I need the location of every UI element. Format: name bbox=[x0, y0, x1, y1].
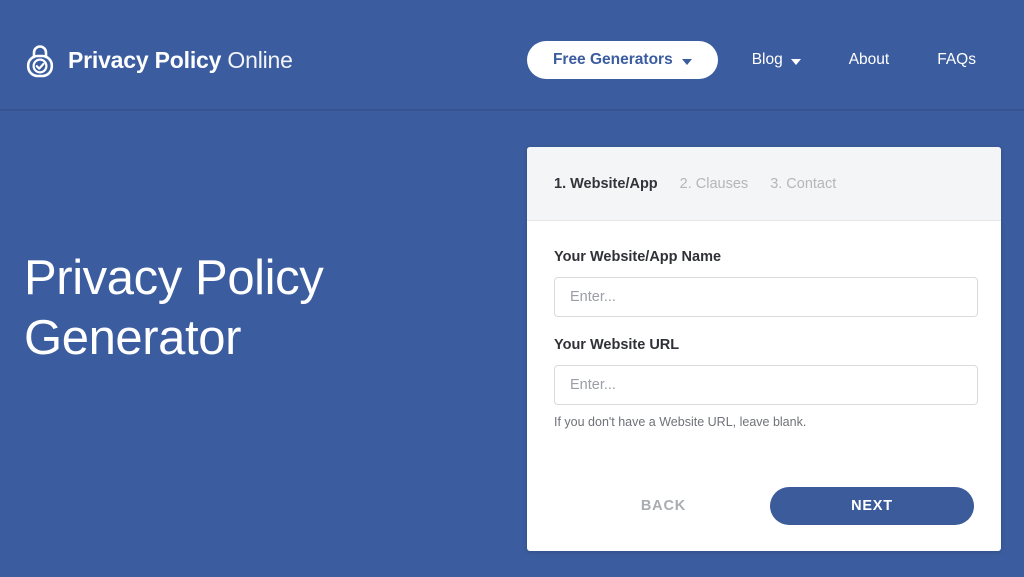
wizard-actions: BACK NEXT bbox=[527, 487, 1001, 525]
nav-item-faqs[interactable]: FAQs bbox=[913, 41, 1000, 79]
brand-name-strong: Privacy Policy bbox=[68, 46, 222, 73]
website-name-label: Your Website/App Name bbox=[554, 249, 722, 265]
page-title-line-2: Generator bbox=[24, 311, 242, 365]
wizard-form: Your Website/App Name Your Website URL I… bbox=[527, 221, 1001, 429]
free-generators-label: Free Generators bbox=[552, 51, 673, 68]
page-root: Privacy Policy Online Free Generators Bl… bbox=[0, 0, 1024, 577]
website-name-input[interactable] bbox=[554, 277, 978, 317]
website-url-helper-text: If you don't have a Website URL, leave b… bbox=[554, 415, 807, 429]
brand-name-light: Online bbox=[227, 46, 293, 73]
nav-item-about[interactable]: About bbox=[825, 41, 914, 79]
next-button[interactable]: NEXT bbox=[770, 487, 974, 525]
page-title: Privacy Policy Generator bbox=[24, 248, 494, 368]
padlock-check-icon bbox=[26, 45, 54, 78]
tab-step-contact[interactable]: 3. Contact bbox=[770, 176, 836, 192]
nav-item-faqs-label: FAQs bbox=[937, 51, 976, 68]
page-title-line-1: Privacy Policy bbox=[24, 251, 324, 305]
website-url-label: Your Website URL bbox=[554, 337, 680, 353]
wizard-card: 1. Website/App 2. Clauses 3. Contact You… bbox=[527, 147, 1001, 551]
free-generators-button[interactable]: Free Generators bbox=[526, 41, 718, 79]
brand-text: Privacy Policy Online bbox=[68, 46, 293, 73]
field-group-website-url: Your Website URL If you don't have a Web… bbox=[554, 337, 978, 429]
tab-step-clauses[interactable]: 2. Clauses bbox=[680, 176, 749, 192]
chevron-down-icon bbox=[681, 59, 692, 65]
back-button[interactable]: BACK bbox=[623, 488, 704, 524]
wizard-step-tabs: 1. Website/App 2. Clauses 3. Contact bbox=[527, 147, 1001, 221]
field-group-website-name: Your Website/App Name bbox=[554, 249, 978, 317]
website-url-input[interactable] bbox=[554, 365, 978, 405]
tab-step-website-app[interactable]: 1. Website/App bbox=[554, 176, 658, 192]
nav-item-blog-label: Blog bbox=[751, 51, 783, 68]
site-header: Privacy Policy Online Free Generators Bl… bbox=[0, 0, 1024, 111]
nav-item-about-label: About bbox=[848, 51, 890, 68]
chevron-down-icon bbox=[790, 59, 801, 65]
main-nav: Free Generators Blog About FAQs bbox=[526, 38, 1000, 82]
brand-logo[interactable]: Privacy Policy Online bbox=[24, 40, 293, 80]
nav-item-blog[interactable]: Blog bbox=[728, 41, 825, 79]
